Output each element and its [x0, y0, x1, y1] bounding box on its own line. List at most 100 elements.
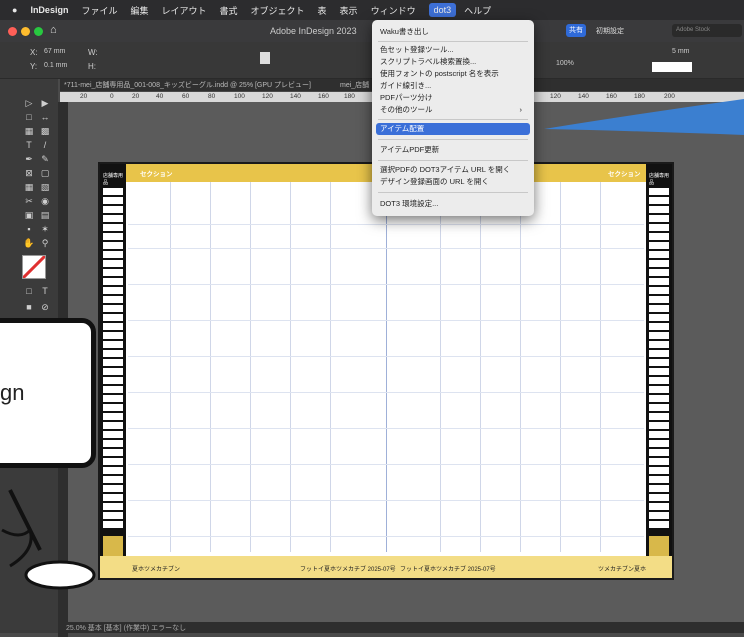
menu-item-font-postscript[interactable]: 使用フォントの postscript 名を表示 [380, 68, 526, 80]
gradient-feather-icon[interactable]: ▤ [38, 209, 52, 221]
menu-edit[interactable]: 編集 [130, 4, 148, 17]
menu-item-waku-export[interactable]: Waku書き出し [380, 26, 526, 38]
format-container-icon[interactable]: □ [22, 285, 36, 297]
section-label-left: セクション [140, 171, 173, 178]
menu-item-open-item-url[interactable]: 選択PDFの DOT3アイテム URL を開く [380, 164, 526, 176]
content-collector-icon[interactable]: ▦ [22, 125, 36, 137]
rectangle-tool-icon[interactable]: ▢ [38, 167, 52, 179]
document-tab[interactable]: *711-mei_店舗専用品_001-008_キッズビーグル.indd @ 25… [64, 80, 311, 90]
menu-file[interactable]: ファイル [81, 4, 117, 17]
guide-line [560, 182, 561, 552]
mac-menubar: ● InDesign ファイル 編集 レイアウト 書式 オブジェクト 表 表示 … [0, 0, 744, 20]
menu-item-item-placement[interactable]: アイテム配置 [376, 123, 530, 135]
menu-item-script-label[interactable]: スクリプトラベル検索置換... [380, 56, 526, 68]
guide-line [128, 428, 644, 429]
menu-item-pdf-parts[interactable]: PDFパーツ分け [380, 92, 526, 104]
selection-tool-icon[interactable]: ▷ [22, 97, 36, 109]
close-window-button[interactable] [8, 27, 17, 36]
apply-none-icon[interactable]: ⊘ [38, 301, 52, 313]
status-bar: 25.0% 基本 [基本] (作業中) エラーなし [60, 622, 744, 633]
hand-tool-icon[interactable]: ✋ [22, 237, 36, 249]
x-field[interactable]: 67 mm [44, 48, 65, 55]
gradient-tool-icon[interactable]: ▣ [22, 209, 36, 221]
y-field[interactable]: 0.1 mm [44, 62, 67, 69]
ruler-tick: 80 [208, 93, 216, 100]
pen-tool-icon[interactable]: ✒ [22, 153, 36, 165]
menu-item-open-design-url[interactable]: デザイン登録画面の URL を開く [380, 176, 526, 188]
menu-indesign[interactable]: InDesign [30, 5, 68, 15]
menu-object[interactable]: オブジェクト [251, 4, 305, 17]
stock-search-input[interactable]: Adobe Stock [672, 24, 742, 37]
guide-line [128, 392, 644, 393]
eyedropper-tool-icon[interactable]: ✶ [38, 223, 52, 235]
menu-separator [378, 119, 528, 120]
left-index-tiles [103, 188, 123, 528]
menu-dot3[interactable]: dot3 [428, 3, 457, 17]
ruler-tick: 140 [290, 93, 301, 100]
type-tool-icon[interactable]: T [22, 139, 36, 151]
guide-line [250, 182, 251, 552]
none-swatch-icon [21, 254, 47, 280]
stroke-field[interactable]: 5 mm [672, 48, 690, 55]
scissors-tool-icon[interactable]: ✂ [22, 195, 36, 207]
apply-color-icon[interactable]: ■ [22, 301, 36, 313]
menu-separator [378, 41, 528, 42]
menu-help[interactable]: ヘルプ [464, 4, 491, 17]
menu-table[interactable]: 表 [318, 4, 327, 17]
apple-menu-icon[interactable]: ● [12, 5, 17, 15]
menu-window[interactable]: ウィンドウ [371, 4, 416, 17]
footer-text-center-2: フットイ夏ホツメカチブ 2025-07号 [400, 567, 496, 573]
note-tool-icon[interactable]: ▪ [22, 223, 36, 235]
frame-tool-icon[interactable]: ⊠ [22, 167, 36, 179]
grid-tool-icon[interactable]: ▧ [38, 181, 52, 193]
zoom-window-button[interactable] [34, 27, 43, 36]
document-tab-second[interactable]: mei_店舗 [340, 80, 369, 90]
menu-item-guide-lines[interactable]: ガイド線引き... [380, 80, 526, 92]
footer-text-right: ツメカチブン夏ホ [598, 567, 647, 573]
menu-view[interactable]: 表示 [340, 4, 358, 17]
ruler-tick: 20 [132, 93, 140, 100]
fill-swatch-icon[interactable] [260, 52, 270, 64]
free-transform-tool-icon[interactable]: ◉ [38, 195, 52, 207]
minimize-window-button[interactable] [21, 27, 30, 36]
pencil-tool-icon[interactable]: ✎ [38, 153, 52, 165]
menu-item-dot3-preferences[interactable]: DOT3 環境設定... [380, 198, 526, 210]
h-field[interactable]: H: [88, 62, 96, 71]
guide-line [128, 224, 644, 225]
menu-separator [378, 160, 528, 161]
page-tool-icon[interactable]: □ [22, 111, 36, 123]
direct-selection-tool-icon[interactable]: ▶ [38, 97, 52, 109]
menu-layout[interactable]: レイアウト [161, 4, 206, 17]
window-title: Adobe InDesign 2023 [270, 26, 357, 36]
workspace-select[interactable]: 初期設定 [596, 26, 624, 36]
dot3-dropdown-menu: Waku書き出し 色セット登録ツール... スクリプトラベル検索置換... 使用… [372, 20, 534, 216]
page-spread[interactable]: セクション セクション 店舗専用品 店舗専用品 夏ホツメカチブン フットイ夏ホツ… [98, 162, 674, 580]
right-index-tiles [649, 188, 669, 528]
ruler-tick: 20 [80, 93, 88, 100]
menu-item-color-set[interactable]: 色セット登録ツール... [380, 44, 526, 56]
guide-line [128, 284, 644, 285]
line-tool-icon[interactable]: / [38, 139, 52, 151]
stroke-swatch[interactable] [652, 62, 692, 72]
content-placer-icon[interactable]: ▩ [38, 125, 52, 137]
fill-stroke-icon[interactable] [21, 254, 47, 280]
gap-tool-icon[interactable]: ↔ [38, 111, 52, 123]
guide-line [330, 182, 331, 552]
guide-line [600, 182, 601, 552]
menu-item-other-tools[interactable]: その他のツール › [380, 104, 526, 116]
format-text-icon[interactable]: T [38, 285, 52, 297]
zoom-field[interactable]: 100% [556, 60, 574, 67]
pointer-arrow-icon [544, 99, 744, 135]
table-tool-icon[interactable]: ▦ [22, 181, 36, 193]
corner-label-left: 店舗専用品 [103, 173, 124, 186]
guide-line [210, 182, 211, 552]
share-button[interactable]: 共有 [566, 24, 586, 37]
right-corner-tile [649, 536, 669, 556]
guide-line [440, 182, 441, 552]
home-icon[interactable]: ⌂ [50, 24, 57, 36]
zoom-tool-icon[interactable]: ⚲ [38, 237, 52, 249]
computer-mouse-icon [1, 489, 96, 590]
menu-item-item-pdf-update[interactable]: アイテムPDF更新 [380, 144, 526, 156]
w-field[interactable]: W: [88, 48, 98, 57]
menu-type[interactable]: 書式 [220, 4, 238, 17]
